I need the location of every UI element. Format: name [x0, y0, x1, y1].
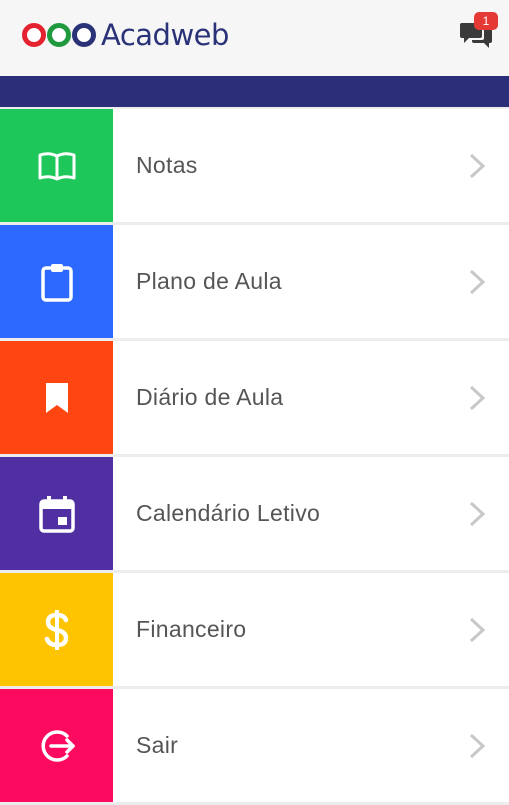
- bookmark-icon: [45, 382, 68, 413]
- menu-item-calendario-letivo[interactable]: Calendário Letivo: [0, 457, 509, 570]
- menu-tile: [0, 457, 113, 570]
- menu-item-notas[interactable]: Notas: [0, 109, 509, 222]
- logo-circle-red: [22, 23, 46, 47]
- chevron-right-icon: [469, 385, 485, 411]
- acadweb-logo: Acadweb: [22, 18, 229, 52]
- logo-text: Acadweb: [101, 17, 229, 52]
- menu-item-label: Diário de Aula: [136, 384, 284, 410]
- menu-item-label: Financeiro: [136, 616, 247, 642]
- menu-tile: [0, 341, 113, 454]
- menu-item-plano-de-aula[interactable]: Plano de Aula: [0, 225, 509, 338]
- notification-count-badge: 1: [474, 12, 498, 30]
- header-accent-bar: [0, 76, 509, 107]
- calendar-icon: [38, 495, 75, 533]
- menu-tile: [0, 689, 113, 802]
- menu-tile: [0, 573, 113, 686]
- chevron-right-icon: [469, 153, 485, 179]
- menu-tile: [0, 225, 113, 338]
- menu-tile: [0, 109, 113, 222]
- dollar-icon: [44, 609, 68, 650]
- chevron-right-icon: [469, 269, 485, 295]
- chevron-right-icon: [469, 501, 485, 527]
- menu-item-diario-de-aula[interactable]: Diário de Aula: [0, 341, 509, 454]
- menu-item-label: Calendário Letivo: [136, 500, 321, 526]
- open-book-icon: [38, 151, 75, 180]
- menu-item-label: Sair: [136, 732, 179, 758]
- menu-item-label: Notas: [136, 152, 198, 178]
- menu-item-label: Plano de Aula: [136, 268, 282, 294]
- notifications-button[interactable]: 1: [458, 12, 502, 52]
- menu-item-sair[interactable]: Sair: [0, 689, 509, 802]
- logo-circle-blue: [72, 23, 96, 47]
- menu-item-financeiro[interactable]: Financeiro: [0, 573, 509, 686]
- logo-circles-icon: [22, 23, 97, 47]
- logo-circle-green: [47, 23, 71, 47]
- main-menu: Notas Plano de Aula Diário de Aula Calen…: [0, 109, 509, 805]
- app-header: Acadweb 1: [0, 0, 509, 76]
- clipboard-icon: [40, 263, 73, 302]
- chevron-right-icon: [469, 617, 485, 643]
- chevron-right-icon: [469, 733, 485, 759]
- logout-icon: [40, 729, 75, 762]
